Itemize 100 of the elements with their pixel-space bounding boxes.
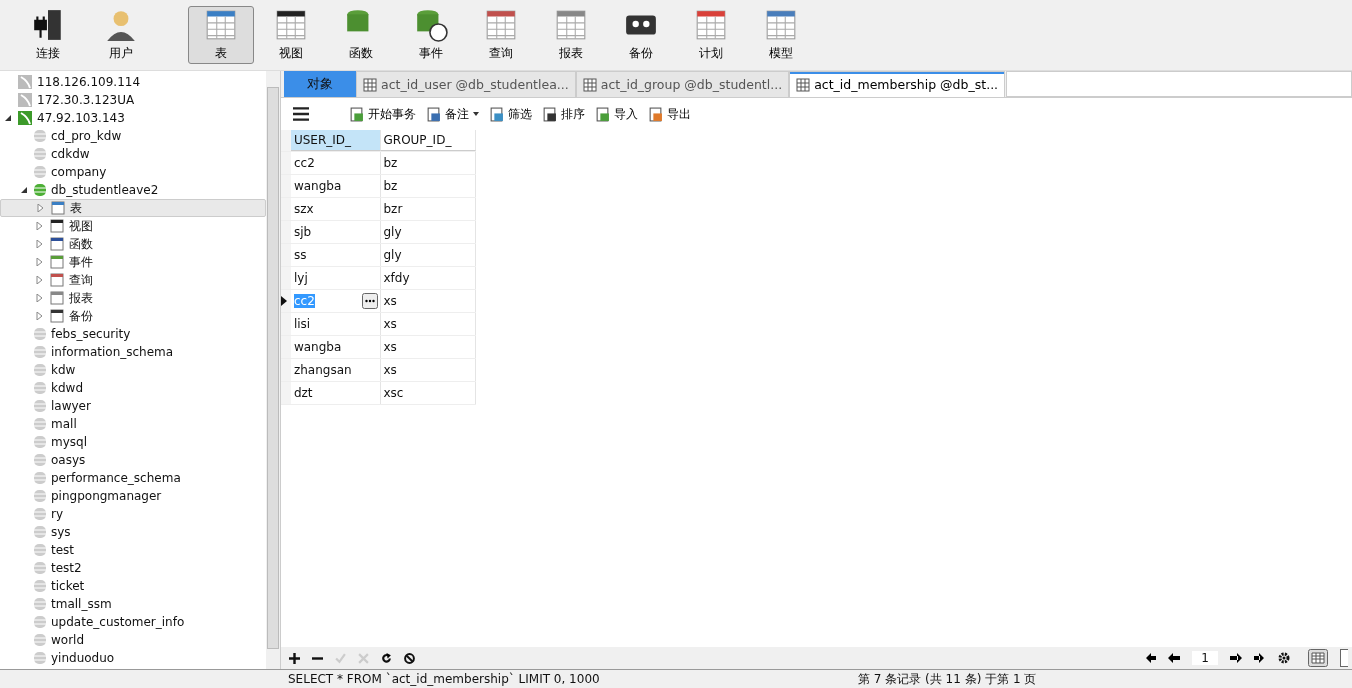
tree-item[interactable]: 172.30.3.123UA [0,91,266,109]
tree-item[interactable]: update_customer_info [0,613,266,631]
event-icon [414,8,448,42]
tree-item[interactable]: pingpongmanager [0,487,266,505]
column-header[interactable]: USER_ID_ [290,130,381,151]
table-icon [51,201,65,215]
table-cell: xfdy [380,267,476,289]
tree-item[interactable]: oasys [0,451,266,469]
status-record: 第 7 条记录 (共 11 条) 于第 1 页 [858,670,1037,688]
tree-item[interactable]: sys [0,523,266,541]
grid-view-icon[interactable] [1308,649,1328,667]
toolbar-button[interactable]: 排序 [542,105,585,123]
tree-item[interactable]: 查询 [0,271,266,289]
tree-item[interactable]: kdwd [0,379,266,397]
page-number-field[interactable]: 1 [1192,651,1218,665]
first-page-icon[interactable] [1144,653,1156,663]
scrollbar[interactable] [266,71,280,669]
tree-item[interactable]: 备份 [0,307,266,325]
tree-item[interactable]: yinduoduo [0,649,266,667]
table-cell: szx [290,198,381,220]
tree-item[interactable]: ry [0,505,266,523]
tree-item[interactable]: 47.92.103.143 [0,109,266,127]
tree-item[interactable]: db_studentleave2 [0,181,266,199]
filter-icon [489,106,504,122]
query-icon [50,273,64,287]
ellipsis-icon[interactable] [361,293,378,309]
column-header[interactable]: GROUP_ID_ [380,130,476,151]
database-icon [34,417,46,431]
tree-item[interactable]: company [0,163,266,181]
caret-icon[interactable] [473,112,479,116]
add-icon[interactable] [289,652,300,664]
tree-item[interactable]: 函数 [0,235,266,253]
tree-item[interactable]: cdkdw [0,145,266,163]
table-icon [204,8,238,42]
tree-item[interactable]: kdw [0,361,266,379]
tree-item[interactable]: mall [0,415,266,433]
tree-item[interactable]: 表 [0,199,266,217]
tree-item[interactable]: test2 [0,559,266,577]
next-page-icon[interactable] [1230,653,1242,663]
last-page-icon[interactable] [1254,653,1266,663]
tree-item[interactable]: performance_schema [0,469,266,487]
settings-icon[interactable] [1278,652,1290,664]
tree-item[interactable]: ticket [0,577,266,595]
toolbar-button[interactable]: 模型 [748,6,814,64]
tree-item[interactable]: test [0,541,266,559]
row-header[interactable] [281,290,291,312]
server-icon [18,93,32,107]
tab[interactable]: act_id_user @db_studentlea... [356,71,576,97]
check-icon[interactable] [335,652,346,664]
tree-item[interactable]: information_schema [0,343,266,361]
tab[interactable]: act_id_membership @db_st... [789,71,1006,97]
previous-page-icon[interactable] [1168,653,1180,663]
view-icon [274,8,308,42]
tree-item[interactable]: febs_security [0,325,266,343]
server-icon [18,75,32,89]
toolbar-button[interactable]: 备份 [608,6,674,64]
tree-item[interactable]: 118.126.109.114 [0,73,266,91]
table-cell: bzr [380,198,476,220]
toolbar-button[interactable]: 导入 [595,105,638,123]
event-icon [50,255,64,269]
database-icon [34,453,46,467]
expander-icon[interactable] [20,186,28,194]
stop-icon[interactable] [404,652,415,664]
toolbar-button[interactable]: 计划 [678,6,744,64]
toolbar-button[interactable]: 导出 [648,105,691,123]
table-cell: ss [290,244,381,266]
form-view-icon[interactable] [1340,649,1348,667]
toolbar-button[interactable]: 查询 [468,6,534,64]
menu-icon[interactable] [293,107,309,121]
refresh-icon[interactable] [381,652,392,664]
tree-item[interactable]: lawyer [0,397,266,415]
table-cell: bz [380,152,476,174]
toolbar-button[interactable]: 表 [188,6,254,64]
toolbar-button[interactable]: 开始事务 [349,105,416,123]
tree-item[interactable]: 事件 [0,253,266,271]
tab[interactable]: act_id_group @db_studentl... [575,71,790,97]
toolbar-button[interactable]: 视图 [258,6,324,64]
toolbar-button[interactable]: 报表 [538,6,604,64]
database-icon [34,381,46,395]
tree-item[interactable]: 视图 [0,217,266,235]
toolbar-button[interactable]: 连接 [12,6,84,64]
toolbar-button[interactable]: 用户 [88,6,154,64]
toolbar-button[interactable]: 事件 [398,6,464,64]
tree-item[interactable]: tmall_ssm [0,595,266,613]
toolbar-button[interactable]: 筛选 [489,105,532,123]
tree-item[interactable]: 报表 [0,289,266,307]
toolbar-button[interactable]: 备注 [426,105,479,123]
table-cell: lyj [290,267,381,289]
database-icon [34,507,46,521]
expander-icon[interactable] [4,114,12,122]
sort-icon [542,106,557,122]
tree-item[interactable]: world [0,631,266,649]
database-icon [34,147,46,161]
toolbar-button[interactable]: 函数 [328,6,394,64]
database-icon [34,471,46,485]
table-icon [796,77,811,92]
backup-icon [50,309,64,323]
tree-item[interactable]: cd_pro_kdw [0,127,266,145]
tab[interactable]: 对象 [284,71,356,97]
tree-item[interactable]: mysql [0,433,266,451]
